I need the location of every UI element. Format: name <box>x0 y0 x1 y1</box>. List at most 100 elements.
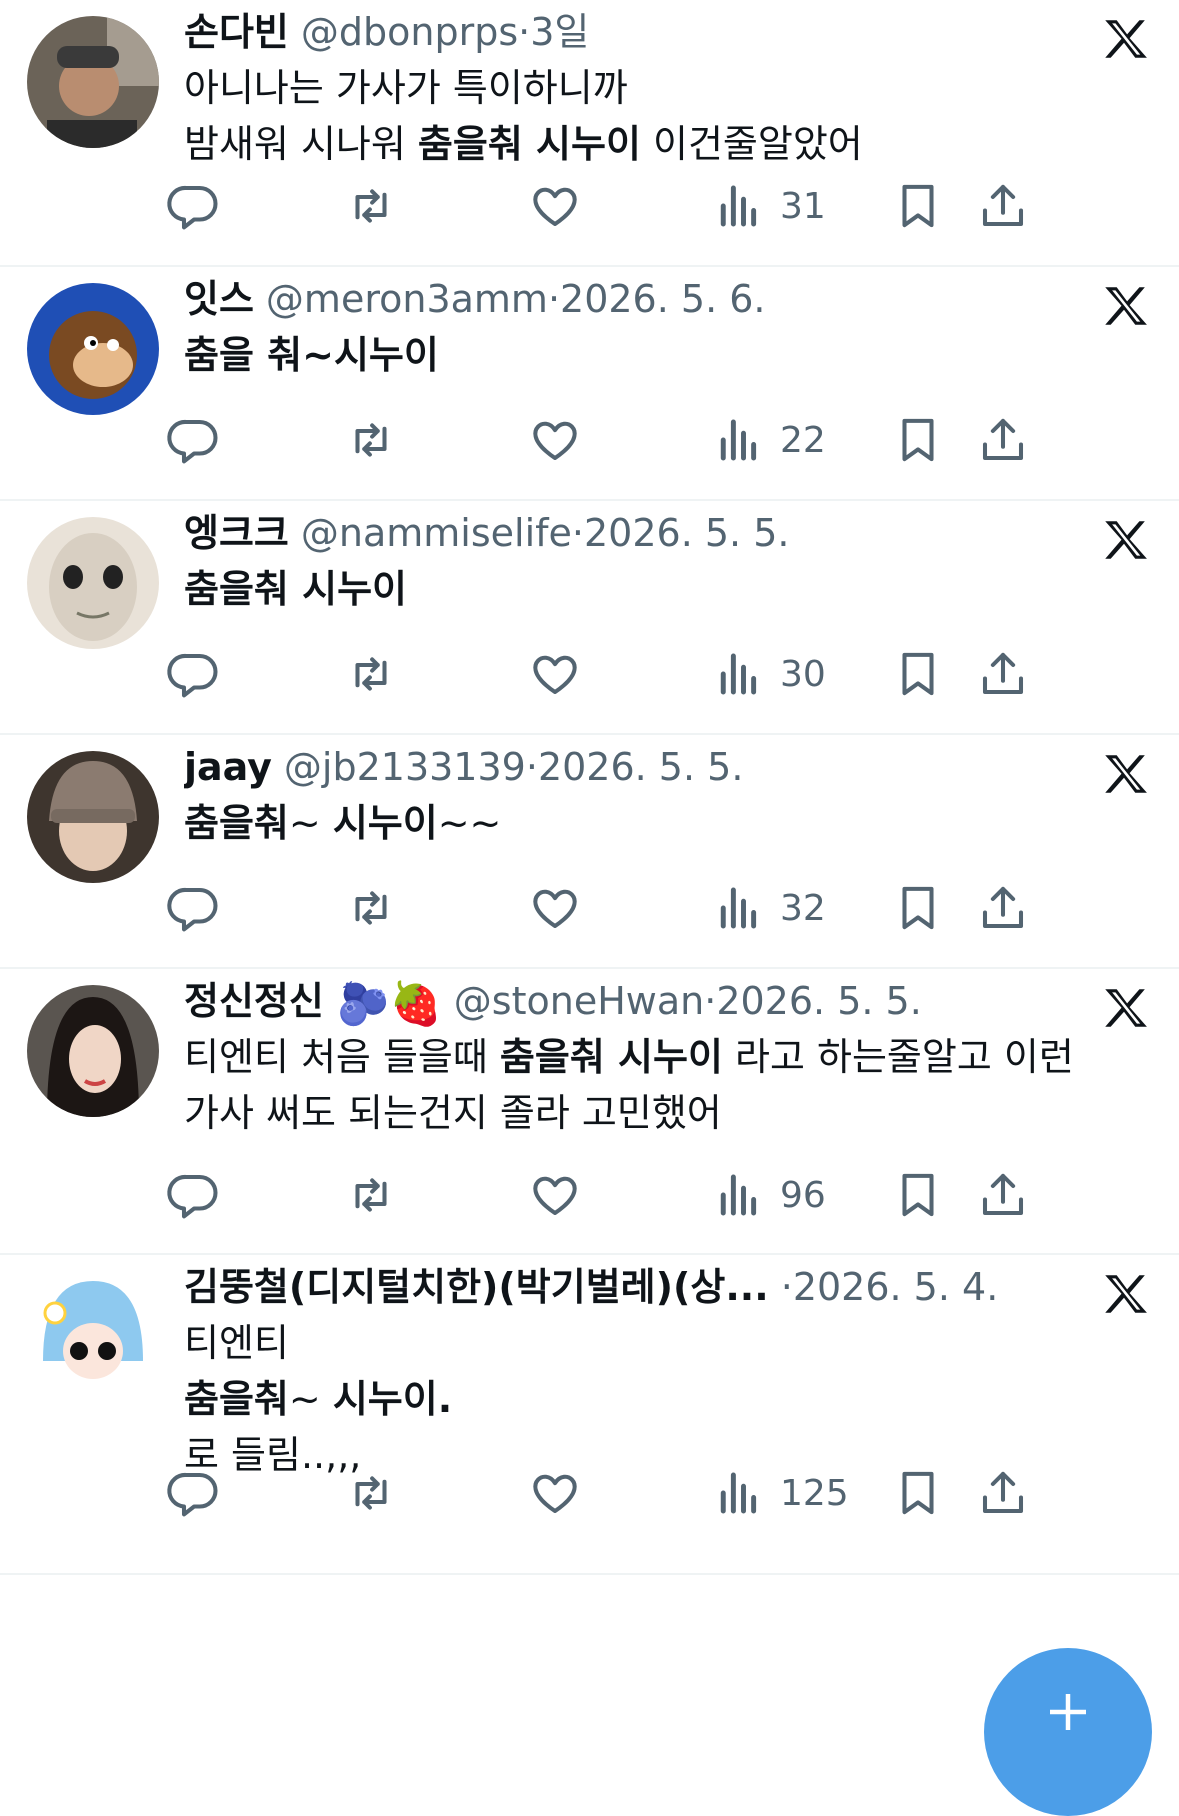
view-count: 31 <box>780 185 826 227</box>
views-icon <box>720 1472 757 1514</box>
bookmark-button[interactable] <box>891 644 945 704</box>
compose-button[interactable] <box>984 1648 1152 1816</box>
tweet[interactable]: 김뚱철(디지털치한)(박기벌레)(상... ·2026. 5. 4. 티엔티 춤을춰… <box>0 1255 1179 1575</box>
retweet-button[interactable] <box>344 1165 398 1225</box>
share-button[interactable] <box>976 878 1030 938</box>
like-button[interactable] <box>528 410 582 470</box>
retweet-icon <box>355 423 387 457</box>
tweet[interactable]: 정신정신 🫐🍓 @stoneHwan·2026. 5. 5. 티엔티 처음 들을때 … <box>0 969 1179 1255</box>
avatar[interactable] <box>27 283 159 415</box>
retweet-button[interactable] <box>344 176 398 236</box>
tweet-content: jaay @jb2133139·2026. 5. 5. 춤을춰~ 시누이~~ <box>184 741 1161 851</box>
like-button[interactable] <box>528 1165 582 1225</box>
text-segment: 아니나는 가사가 특이하니까 <box>184 66 628 110</box>
tweet-content: 잇스 @meron3amm·2026. 5. 6. 춤을 춰~시누이 <box>184 273 1161 383</box>
views-button[interactable]: 96 <box>712 1165 826 1225</box>
bookmark-button[interactable] <box>891 176 945 236</box>
text-segment: ~ <box>288 1377 333 1421</box>
text-segment: 가사 써도 되는건지 졸라 고민했어 <box>184 1091 722 1135</box>
tweet[interactable]: 잇스 @meron3amm·2026. 5. 6. 춤을 춰~시누이 22 <box>0 267 1179 501</box>
like-icon <box>533 1176 577 1216</box>
bookmark-button[interactable] <box>891 1463 945 1523</box>
tweet[interactable]: jaay @jb2133139·2026. 5. 5. 춤을춰~ 시누이~~ 32 <box>0 735 1179 969</box>
text-segment: 티엔티 <box>184 1321 289 1365</box>
avatar[interactable] <box>27 16 159 148</box>
display-name[interactable]: 엥크크 <box>184 511 289 555</box>
post-date[interactable]: 2026. 5. 5. <box>538 745 743 789</box>
bookmark-icon <box>902 184 934 228</box>
like-button[interactable] <box>528 644 582 704</box>
post-date[interactable]: 2026. 5. 5. <box>716 979 921 1023</box>
bookmark-icon <box>902 418 934 462</box>
display-name[interactable]: 정신정신 <box>184 979 324 1023</box>
reply-button[interactable] <box>166 1463 220 1523</box>
tweet-content: 엥크크 @nammiselife·2026. 5. 5. 춤을춰 시누이 <box>184 507 1161 617</box>
reply-button[interactable] <box>166 878 220 938</box>
username-handle[interactable]: @dbonprps <box>301 10 518 54</box>
like-button[interactable] <box>528 1463 582 1523</box>
post-date[interactable]: 2026. 5. 4. <box>793 1265 998 1309</box>
text-segment: 이건줄알았어 <box>640 122 863 166</box>
tweet-text: 춤을 춰~시누이 <box>184 327 1161 383</box>
retweet-button[interactable] <box>344 878 398 938</box>
retweet-icon <box>355 1476 387 1510</box>
reply-button[interactable] <box>166 1165 220 1225</box>
bookmark-button[interactable] <box>891 1165 945 1225</box>
retweet-button[interactable] <box>344 644 398 704</box>
retweet-button[interactable] <box>344 1463 398 1523</box>
bold-text: 춤을춰 <box>184 1377 289 1421</box>
display-name[interactable]: jaay <box>184 745 272 789</box>
share-button[interactable] <box>976 644 1030 704</box>
username-handle[interactable]: @stoneHwan <box>454 979 704 1023</box>
reply-button[interactable] <box>166 176 220 236</box>
tweet-header: jaay @jb2133139·2026. 5. 5. <box>184 741 1161 793</box>
avatar[interactable] <box>27 517 159 649</box>
like-button[interactable] <box>528 878 582 938</box>
reply-button[interactable] <box>166 410 220 470</box>
post-date[interactable]: 2026. 5. 6. <box>560 277 765 321</box>
tweet[interactable]: 손다빈 @dbonprps·3일 아니나는 가사가 특이하니까 밤새워 시나워 춤을춰… <box>0 0 1179 267</box>
like-icon <box>533 889 577 929</box>
bookmark-icon <box>902 1471 934 1515</box>
views-button[interactable]: 22 <box>712 410 826 470</box>
views-button[interactable]: 32 <box>712 878 826 938</box>
avatar[interactable] <box>27 1271 159 1403</box>
share-button[interactable] <box>976 176 1030 236</box>
reply-icon <box>167 185 218 230</box>
display-name[interactable]: 잇스 <box>184 277 254 321</box>
tweet-feed: 손다빈 @dbonprps·3일 아니나는 가사가 특이하니까 밤새워 시나워 춤을춰… <box>0 0 1179 1575</box>
views-button[interactable]: 30 <box>712 644 826 704</box>
bookmark-icon <box>902 886 934 930</box>
like-button[interactable] <box>528 176 582 236</box>
username-handle[interactable]: @nammiselife <box>301 511 572 555</box>
display-name[interactable]: 김뚱철(디지털치한)(박기벌레)(상... <box>184 1265 769 1309</box>
share-button[interactable] <box>976 1463 1030 1523</box>
share-button[interactable] <box>976 1165 1030 1225</box>
views-button[interactable]: 125 <box>712 1463 849 1523</box>
bookmark-button[interactable] <box>891 878 945 938</box>
retweet-button[interactable] <box>344 410 398 470</box>
display-name[interactable]: 손다빈 <box>184 10 289 54</box>
avatar[interactable] <box>27 985 159 1117</box>
bold-text: 춤을춰 시누이 <box>499 1035 723 1079</box>
views-button[interactable]: 31 <box>712 176 826 236</box>
reply-button[interactable] <box>166 644 220 704</box>
bookmark-button[interactable] <box>891 410 945 470</box>
share-button[interactable] <box>976 410 1030 470</box>
x-logo-icon <box>1099 14 1149 64</box>
share-icon <box>982 1173 1024 1216</box>
views-icon <box>720 185 757 227</box>
username-handle[interactable]: @jb2133139 <box>284 745 526 789</box>
text-line: 아니나는 가사가 특이하니까 <box>184 60 1161 116</box>
views-icon <box>720 419 757 461</box>
name-emoji: 🫐🍓 <box>323 979 442 1027</box>
reply-icon <box>167 1472 218 1517</box>
post-date[interactable]: 2026. 5. 5. <box>584 511 789 555</box>
username-handle[interactable]: @meron3amm <box>266 277 548 321</box>
post-date[interactable]: 3일 <box>530 10 589 54</box>
avatar[interactable] <box>27 751 159 883</box>
bold-text: 춤을 춰~시누이 <box>184 333 439 377</box>
share-icon <box>982 886 1024 929</box>
tweet-header: 잇스 @meron3amm·2026. 5. 6. <box>184 273 1161 325</box>
tweet[interactable]: 엥크크 @nammiselife·2026. 5. 5. 춤을춰 시누이 30 <box>0 501 1179 735</box>
